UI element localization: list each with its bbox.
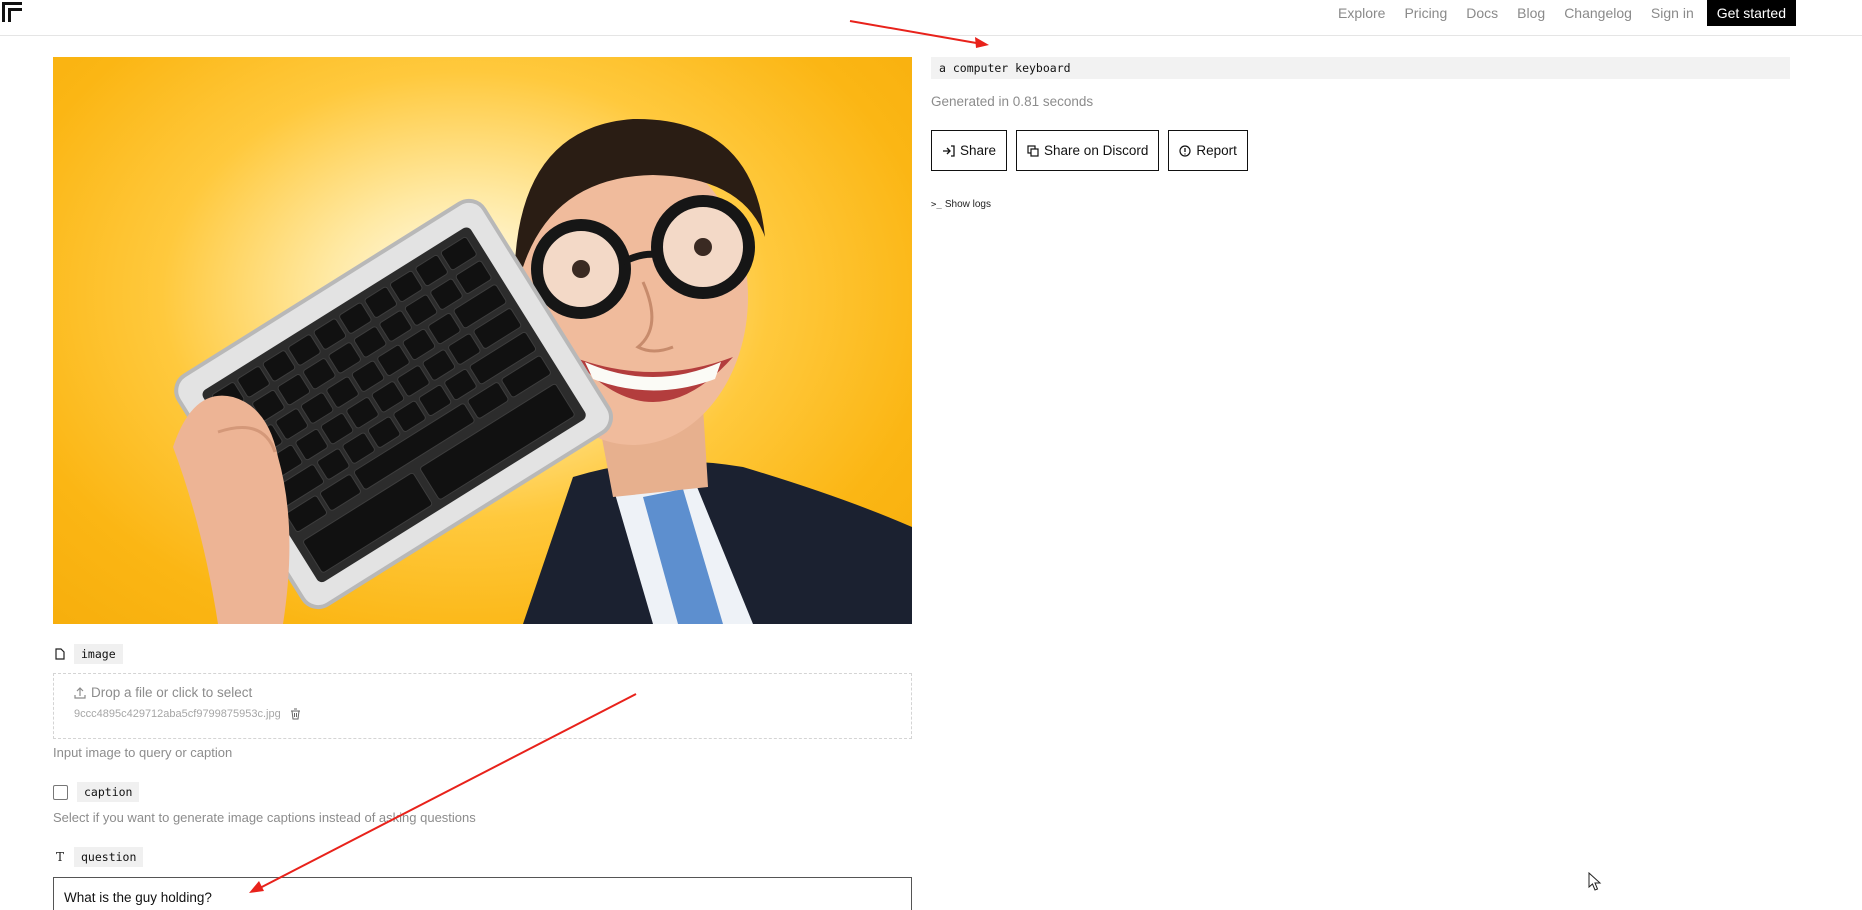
question-input[interactable]: What is the guy holding? bbox=[53, 877, 912, 910]
cursor-icon bbox=[1588, 872, 1602, 891]
selected-file-name: 9ccc4895c429712aba5cf9799875953c.jpg bbox=[74, 708, 281, 720]
eye-left bbox=[572, 260, 590, 278]
share-label: Share bbox=[960, 143, 997, 158]
top-navigation: Explore Pricing Docs Blog Changelog Sign… bbox=[0, 0, 1862, 36]
output-text: a computer keyboard bbox=[931, 57, 1790, 79]
report-button[interactable]: Report bbox=[1168, 130, 1248, 171]
share-button[interactable]: Share bbox=[931, 130, 1008, 171]
image-dropzone[interactable]: Drop a file or click to select 9ccc4895c… bbox=[53, 673, 912, 739]
alert-icon bbox=[1179, 144, 1191, 157]
share-on-discord-label: Share on Discord bbox=[1044, 143, 1149, 158]
upload-icon bbox=[74, 686, 86, 699]
trash-icon[interactable] bbox=[290, 708, 301, 720]
caption-field-hint: Select if you want to generate image cap… bbox=[53, 810, 476, 825]
input-panel: image Drop a file or click to select 9cc… bbox=[53, 57, 912, 910]
nav-sign-in-link[interactable]: Sign in bbox=[1651, 5, 1694, 21]
get-started-button[interactable]: Get started bbox=[1706, 0, 1796, 26]
dropzone-prompt[interactable]: Drop a file or click to select bbox=[74, 685, 252, 700]
copy-icon bbox=[1027, 144, 1039, 157]
nav-changelog-link[interactable]: Changelog bbox=[1564, 5, 1632, 21]
nav-docs-link[interactable]: Docs bbox=[1466, 5, 1498, 21]
question-field-label: T question bbox=[53, 846, 912, 868]
nav-links: Explore Pricing Docs Blog Changelog Sign… bbox=[1338, 0, 1796, 26]
report-label: Report bbox=[1196, 143, 1237, 158]
generation-time: Generated in 0.81 seconds bbox=[931, 94, 1094, 109]
image-field-label: image bbox=[53, 643, 912, 665]
share-on-discord-button[interactable]: Share on Discord bbox=[1016, 130, 1160, 171]
dropzone-prompt-label: Drop a file or click to select bbox=[91, 685, 253, 700]
question-field-name: question bbox=[74, 847, 144, 867]
image-field-name: image bbox=[74, 644, 123, 664]
caption-checkbox[interactable] bbox=[53, 784, 68, 800]
nav-blog-link[interactable]: Blog bbox=[1517, 5, 1545, 21]
share-icon bbox=[942, 144, 955, 157]
text-icon: T bbox=[55, 850, 64, 864]
logo-icon[interactable] bbox=[2, 2, 22, 22]
nav-explore-link[interactable]: Explore bbox=[1338, 5, 1385, 21]
terminal-icon: >_ bbox=[931, 199, 942, 210]
photo-illustration bbox=[173, 118, 912, 624]
selected-file: 9ccc4895c429712aba5cf9799875953c.jpg bbox=[74, 708, 301, 720]
eye-right bbox=[694, 238, 712, 256]
image-field-hint: Input image to query or caption bbox=[53, 745, 233, 760]
file-icon bbox=[53, 647, 67, 661]
input-image-preview bbox=[53, 57, 912, 624]
caption-field-label: caption bbox=[53, 781, 912, 803]
show-logs-toggle[interactable]: >_ Show logs bbox=[931, 199, 991, 210]
nav-pricing-link[interactable]: Pricing bbox=[1404, 5, 1447, 21]
output-actions: Share Share on Discord Report bbox=[931, 130, 1257, 171]
show-logs-label: Show logs bbox=[944, 199, 991, 210]
caption-field-name: caption bbox=[77, 782, 140, 802]
